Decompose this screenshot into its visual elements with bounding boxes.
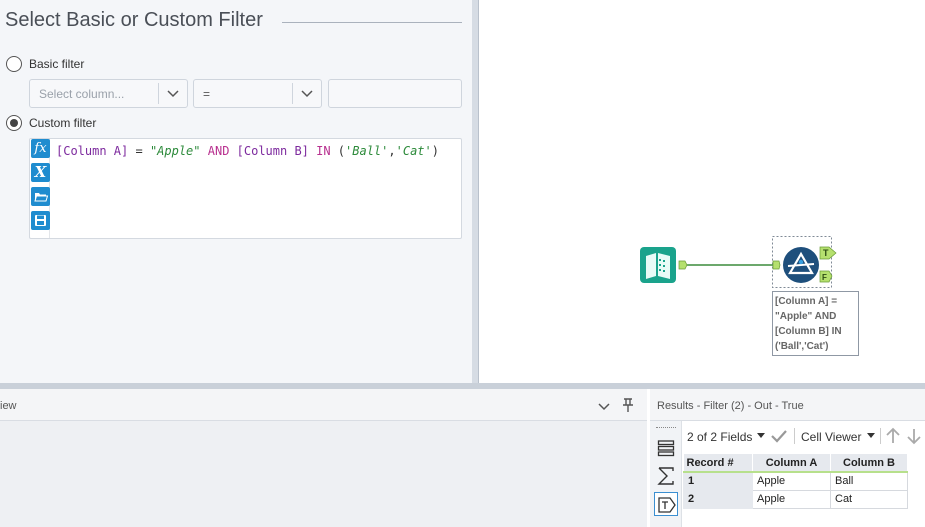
- expression-token: ): [431, 144, 439, 158]
- expression-token: 'Ball': [345, 144, 389, 158]
- expression-token: =: [128, 144, 150, 158]
- config-title: Select Basic or Custom Filter: [5, 9, 263, 31]
- cell-viewer-selector[interactable]: Cell Viewer: [801, 430, 861, 444]
- column-header-record[interactable]: Record #: [683, 454, 753, 473]
- toolbar-separator: [794, 428, 795, 444]
- true-anchor-label: T: [823, 248, 829, 258]
- table-row[interactable]: 2 Apple Cat: [683, 489, 908, 509]
- variable-icon[interactable]: X: [31, 163, 50, 182]
- app-window: Select Basic or Custom Filter Basic filt…: [0, 0, 925, 527]
- operator-select-separator: [292, 83, 293, 104]
- column-header-b[interactable]: Column B: [830, 454, 908, 473]
- table-row[interactable]: 1 Apple Ball: [683, 471, 908, 491]
- expression-token: ,: [388, 144, 396, 158]
- results-title: Results - Filter (2) - Out - True: [657, 400, 804, 412]
- expression-text[interactable]: [Column A] = "Apple" AND [Column B] IN (…: [56, 144, 439, 158]
- arrow-up-icon[interactable]: [885, 427, 901, 445]
- bottom-left-pane-title: iew: [0, 400, 17, 412]
- column-select-separator: [158, 83, 159, 104]
- chevron-down-icon: [301, 90, 313, 98]
- record-number-cell[interactable]: 1: [683, 471, 753, 491]
- open-folder-icon[interactable]: [31, 187, 50, 206]
- folder-glyph: [34, 193, 49, 202]
- bottom-left-pane: iew: [0, 389, 647, 527]
- table-view-button[interactable]: [654, 492, 678, 516]
- expression-token: 'Cat': [395, 144, 432, 158]
- expression-token: AND: [200, 144, 237, 158]
- table-cell[interactable]: Apple: [752, 489, 831, 509]
- arrow-down-icon[interactable]: [906, 427, 922, 445]
- value-input[interactable]: [328, 79, 462, 108]
- tool-annotation: [Column A] = "Apple" AND [Column B] IN (…: [772, 291, 859, 356]
- expression-token: "Apple": [149, 144, 201, 158]
- column-header-a[interactable]: Column A: [752, 454, 831, 473]
- custom-filter-radio[interactable]: [6, 115, 22, 131]
- record-number-cell[interactable]: 2: [683, 489, 753, 509]
- basic-filter-radio[interactable]: [6, 56, 22, 72]
- results-toolbar: 2 of 2 Fields Cell Viewer: [682, 421, 925, 451]
- expression-token: (: [337, 144, 346, 158]
- column-select[interactable]: Select column...: [29, 79, 188, 108]
- caret-down-icon[interactable]: [757, 433, 765, 439]
- table-cell[interactable]: Apple: [752, 471, 831, 491]
- bottom-left-pane-header: iew: [0, 389, 647, 421]
- expression-token: [Column B]: [236, 144, 309, 158]
- false-anchor-label: F: [822, 273, 827, 282]
- basic-filter-label: Basic filter: [29, 57, 85, 71]
- sum-icon[interactable]: [657, 466, 675, 486]
- results-header: Results - Filter (2) - Out - True: [650, 389, 925, 421]
- editor-toolbar: fx X: [30, 139, 50, 238]
- save-icon[interactable]: [31, 211, 50, 230]
- expression-editor[interactable]: fx X [Column A] = "Apple" AND [Column B]…: [29, 138, 462, 239]
- expression-token: [Column A]: [56, 144, 129, 158]
- floppy-glyph: [35, 215, 46, 226]
- table-cell[interactable]: Cat: [830, 489, 908, 509]
- title-divider: [282, 22, 462, 23]
- caret-down-icon[interactable]: [867, 433, 875, 439]
- table-header-row: Record # Column A Column B: [683, 454, 908, 473]
- column-select-placeholder: Select column...: [39, 87, 125, 101]
- pin-icon[interactable]: [621, 397, 635, 413]
- configuration-panel: Select Basic or Custom Filter Basic filt…: [0, 0, 472, 383]
- custom-filter-label: Custom filter: [29, 116, 97, 130]
- fields-selector[interactable]: 2 of 2 Fields: [687, 430, 752, 444]
- operator-value: =: [203, 87, 211, 101]
- expression-token: IN: [308, 144, 338, 158]
- tag-icon: [658, 497, 676, 513]
- table-cell[interactable]: Ball: [830, 471, 908, 491]
- function-icon[interactable]: fx: [31, 139, 50, 158]
- drag-grip: [656, 427, 676, 428]
- metadata-icon[interactable]: [657, 439, 675, 457]
- chevron-down-icon: [167, 90, 179, 98]
- toolbar-separator: [880, 428, 881, 444]
- operator-select[interactable]: =: [193, 79, 322, 108]
- checkmark-icon[interactable]: [770, 429, 788, 443]
- results-pane: Results - Filter (2) - Out - True 2 of 2…: [650, 389, 925, 527]
- results-side-toolbar: [650, 421, 682, 527]
- chevron-down-icon[interactable]: [597, 399, 611, 413]
- results-table[interactable]: Record # Column A Column B 1 Apple Ball …: [683, 454, 908, 509]
